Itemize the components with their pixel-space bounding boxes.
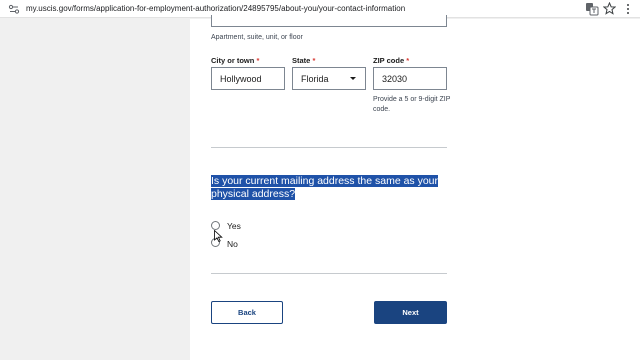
section-divider	[211, 147, 447, 148]
mouse-cursor-icon	[214, 230, 223, 242]
site-settings-icon[interactable]	[8, 3, 20, 15]
city-value: Hollywood	[220, 74, 262, 84]
state-label: State *	[292, 56, 316, 65]
chevron-down-icon	[350, 77, 356, 80]
zip-input[interactable]: 32030	[373, 67, 447, 90]
zip-value: 32030	[382, 74, 408, 84]
radio-no-label[interactable]: No	[227, 239, 238, 249]
bookmark-star-icon[interactable]	[603, 2, 616, 15]
address-line-2-input[interactable]	[211, 15, 447, 27]
url-text[interactable]: my.uscis.gov/forms/application-for-emplo…	[26, 4, 405, 13]
back-button[interactable]: Back	[211, 301, 283, 324]
section-divider	[211, 273, 447, 274]
radio-yes-label[interactable]: Yes	[227, 221, 241, 231]
zip-hint: Provide a 5 or 9-digit ZIP code.	[373, 96, 451, 113]
city-label: City or town *	[211, 56, 260, 65]
left-gutter	[0, 19, 190, 360]
address-line-2-hint: Apartment, suite, unit, or floor	[211, 34, 303, 41]
zip-label: ZIP code *	[373, 56, 410, 65]
more-menu-icon[interactable]	[624, 3, 632, 15]
translate-icon[interactable]	[585, 2, 599, 16]
form-content: Apartment, suite, unit, or floor City or…	[190, 15, 640, 360]
mailing-address-question: Is your current mailing address the same…	[211, 175, 439, 200]
state-value: Florida	[301, 74, 329, 84]
radio-yes[interactable]	[211, 221, 220, 230]
state-select[interactable]: Florida	[292, 67, 366, 90]
next-button[interactable]: Next	[374, 301, 447, 324]
city-input[interactable]: Hollywood	[211, 67, 285, 90]
